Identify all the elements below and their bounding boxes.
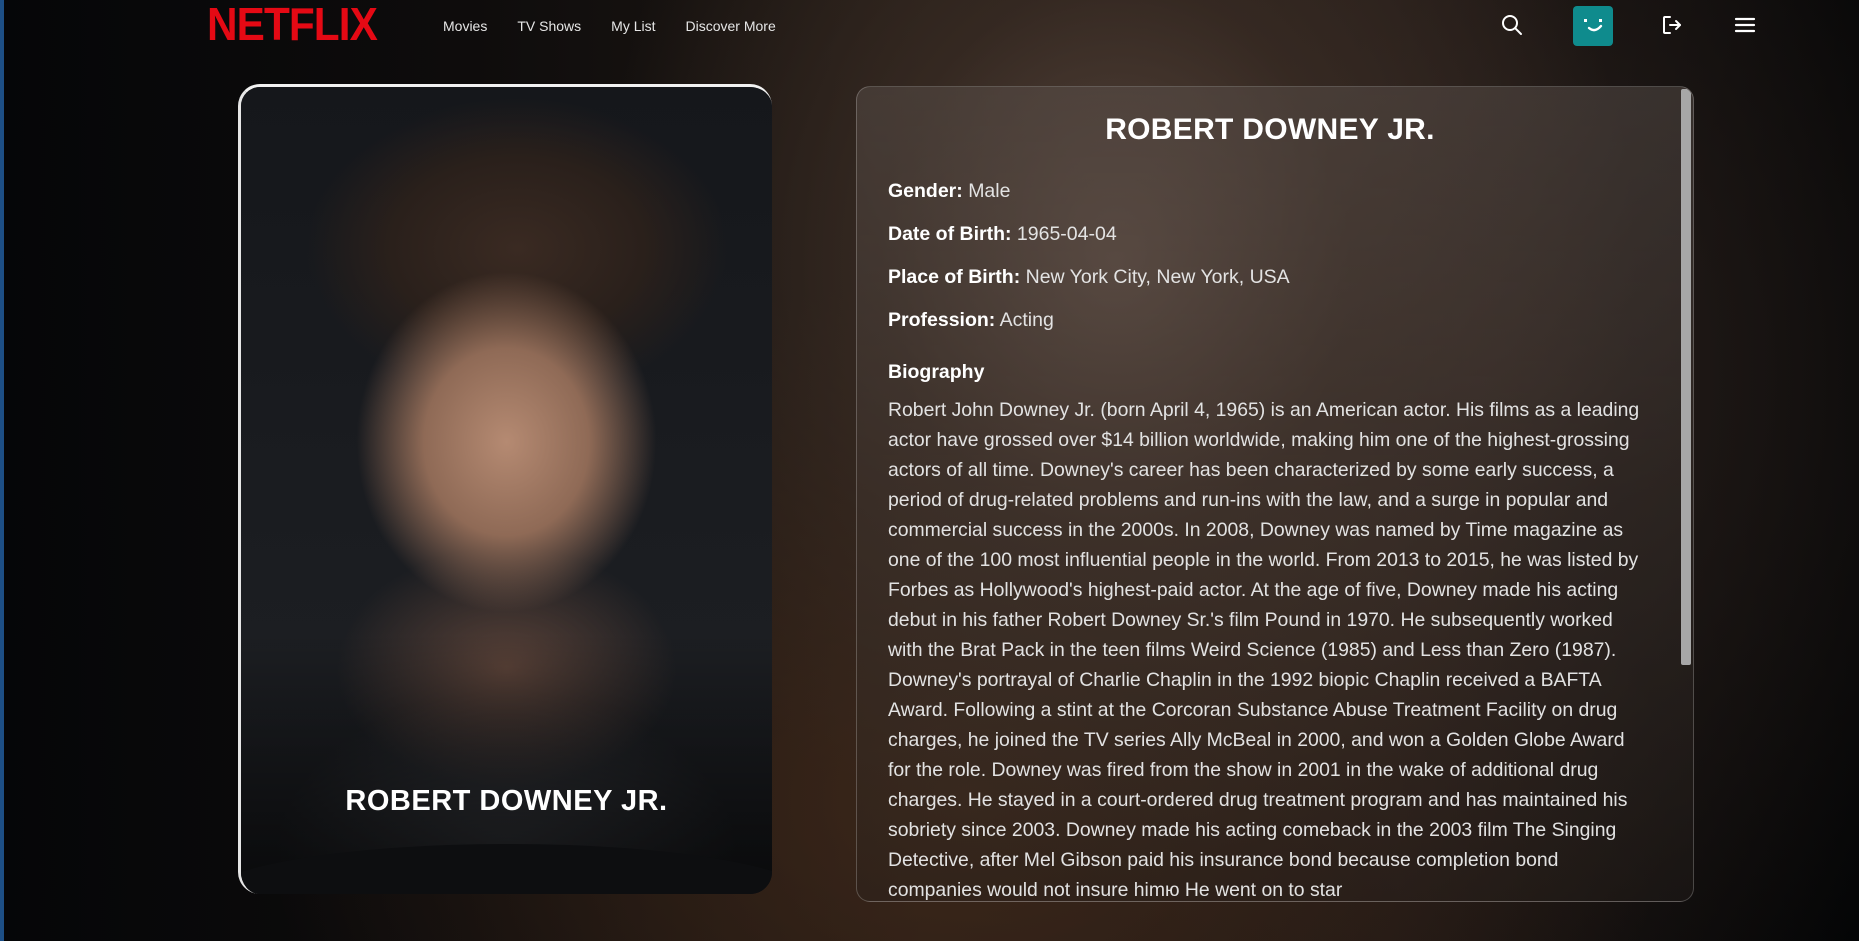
pob-value: New York City, New York, USA	[1025, 266, 1290, 288]
card-name: ROBERT DOWNEY JR.	[345, 785, 668, 817]
info-title: ROBERT DOWNEY JR.	[1105, 113, 1435, 146]
nav-movies[interactable]: Movies	[443, 16, 487, 36]
avatar[interactable]	[1573, 6, 1613, 46]
profession-label: Profession:	[888, 309, 996, 331]
window-edge	[0, 0, 4, 941]
gender-label: Gender:	[888, 180, 963, 202]
profession-value: Acting	[999, 309, 1054, 331]
main-nav: Movies TV Shows My List Discover More	[443, 16, 806, 36]
nav-tv-shows[interactable]: TV Shows	[517, 16, 581, 36]
menu-icon[interactable]	[1731, 11, 1759, 39]
nav-my-list[interactable]: My List	[611, 16, 655, 36]
biography-heading: Biography	[888, 361, 985, 383]
biography-text: Robert John Downey Jr. (born April 4, 19…	[888, 399, 1640, 901]
profession-row: Profession: Acting	[888, 308, 1054, 332]
dob-row: Date of Birth: 1965-04-04	[888, 222, 1117, 246]
pob-row: Place of Birth: New York City, New York,…	[888, 265, 1290, 289]
gender-row: Gender: Male	[888, 179, 1010, 203]
pob-label: Place of Birth:	[888, 266, 1021, 288]
scrollbar[interactable]	[1681, 89, 1691, 665]
logout-icon[interactable]	[1658, 11, 1686, 39]
smile-icon	[1584, 19, 1603, 32]
search-icon[interactable]	[1498, 11, 1526, 39]
nav-discover-more[interactable]: Discover More	[686, 16, 776, 36]
info-panel[interactable]: ROBERT DOWNEY JR. Gender: Male Date of B…	[856, 86, 1694, 902]
gender-value: Male	[968, 180, 1011, 202]
profile-card: ROBERT DOWNEY JR.	[238, 84, 772, 894]
netflix-logo[interactable]: NETFLIX	[207, 1, 378, 47]
dob-value: 1965-04-04	[1016, 223, 1117, 245]
dob-label: Date of Birth:	[888, 223, 1012, 245]
